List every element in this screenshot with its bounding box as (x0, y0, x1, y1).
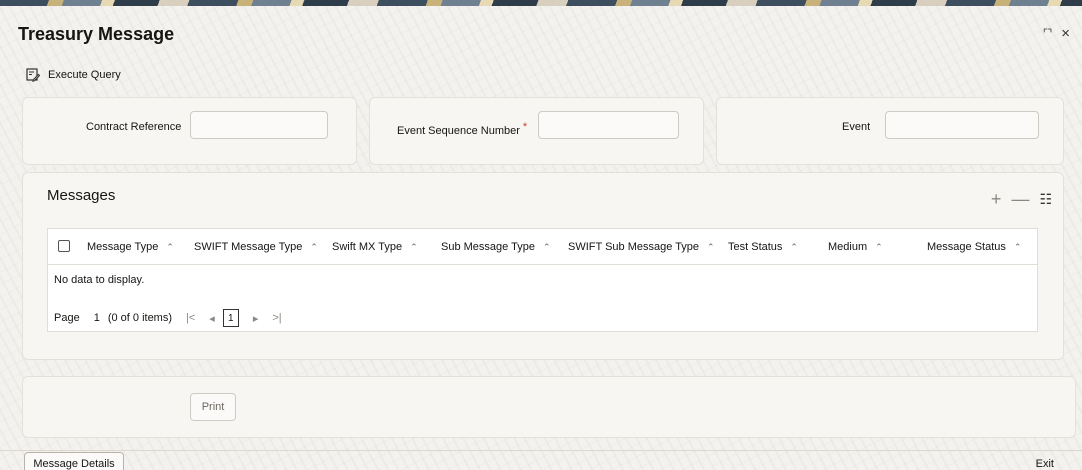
messages-table: Message Type ⌃ SWIFT Message Type ⌃ Swift … (47, 228, 1038, 332)
page-title: Treasury Message (18, 24, 175, 44)
empty-table-message: No data to display. (54, 274, 145, 286)
plus-icon[interactable]: + (991, 190, 1002, 208)
sort-icon: ⌃ (542, 241, 551, 252)
query-edit-icon (26, 68, 40, 82)
current-page-button[interactable]: 1 (222, 309, 239, 327)
column-message-status[interactable]: Message Status ⌃ (927, 229, 1021, 265)
column-medium[interactable]: Medium ⌃ (828, 229, 883, 265)
execute-query-button[interactable]: Execute Query (26, 68, 121, 82)
sort-icon: ⌃ (1013, 241, 1022, 252)
sort-icon: ⌃ (410, 241, 418, 252)
event-label: Event (842, 121, 871, 133)
select-all-checkbox[interactable] (58, 240, 70, 252)
column-message-type[interactable]: Message Type ⌃ (87, 229, 174, 265)
event-sequence-number-label: Event Sequence Number * (397, 121, 528, 137)
column-swift-sub-message-type[interactable]: SWIFT Sub Message Type ⌃ (568, 229, 715, 265)
contract-reference-label: Contract Reference (86, 121, 182, 133)
window-controls: ⌜⌝ × (1043, 26, 1070, 42)
column-sub-message-type[interactable]: Sub Message Type ⌃ (441, 229, 551, 265)
print-button[interactable]: Print (190, 393, 236, 421)
event-input[interactable] (885, 111, 1039, 139)
column-swift-mx-type[interactable]: Swift MX Type ⌃ (332, 229, 418, 265)
last-page-icon[interactable]: >| (272, 312, 281, 324)
sort-icon: ⌃ (707, 241, 715, 252)
sort-icon: ⌃ (875, 241, 883, 252)
table-actions: + — ☷ (991, 190, 1052, 208)
exit-button[interactable]: Exit (1036, 458, 1054, 470)
contract-reference-input[interactable] (190, 111, 328, 139)
column-swift-message-type[interactable]: SWIFT Message Type ⌃ (194, 229, 318, 265)
page-number-input[interactable]: 1 (94, 312, 100, 324)
sort-icon: ⌃ (166, 241, 174, 252)
minus-icon[interactable]: — (1011, 190, 1029, 208)
sort-icon: ⌃ (310, 241, 318, 252)
event-sequence-number-input[interactable] (538, 111, 679, 139)
footer-divider (0, 450, 1082, 451)
close-icon[interactable]: × (1061, 26, 1070, 42)
first-page-icon[interactable]: |< (186, 312, 195, 324)
maximize-icon[interactable]: ⌜⌝ (1043, 26, 1052, 42)
column-list-icon[interactable]: ☷ (1039, 190, 1052, 208)
next-page-icon[interactable]: ▸ (253, 312, 259, 325)
table-header: Message Type ⌃ SWIFT Message Type ⌃ Swift … (48, 229, 1037, 265)
pagination: Page 1 (0 of 0 items) |< ◂ 1 ▸ >| (54, 309, 282, 327)
page-label: Page (54, 312, 80, 324)
execute-query-label: Execute Query (48, 69, 121, 81)
print-panel (22, 376, 1076, 438)
header-banner (0, 0, 1082, 6)
message-details-button[interactable]: Message Details (24, 452, 124, 470)
previous-page-icon[interactable]: ◂ (209, 312, 215, 325)
required-marker: * (522, 121, 528, 133)
sort-icon: ⌃ (790, 241, 798, 252)
column-test-status[interactable]: Test Status ⌃ (728, 229, 798, 265)
items-info: (0 of 0 items) (107, 312, 173, 324)
messages-title: Messages (47, 187, 116, 204)
